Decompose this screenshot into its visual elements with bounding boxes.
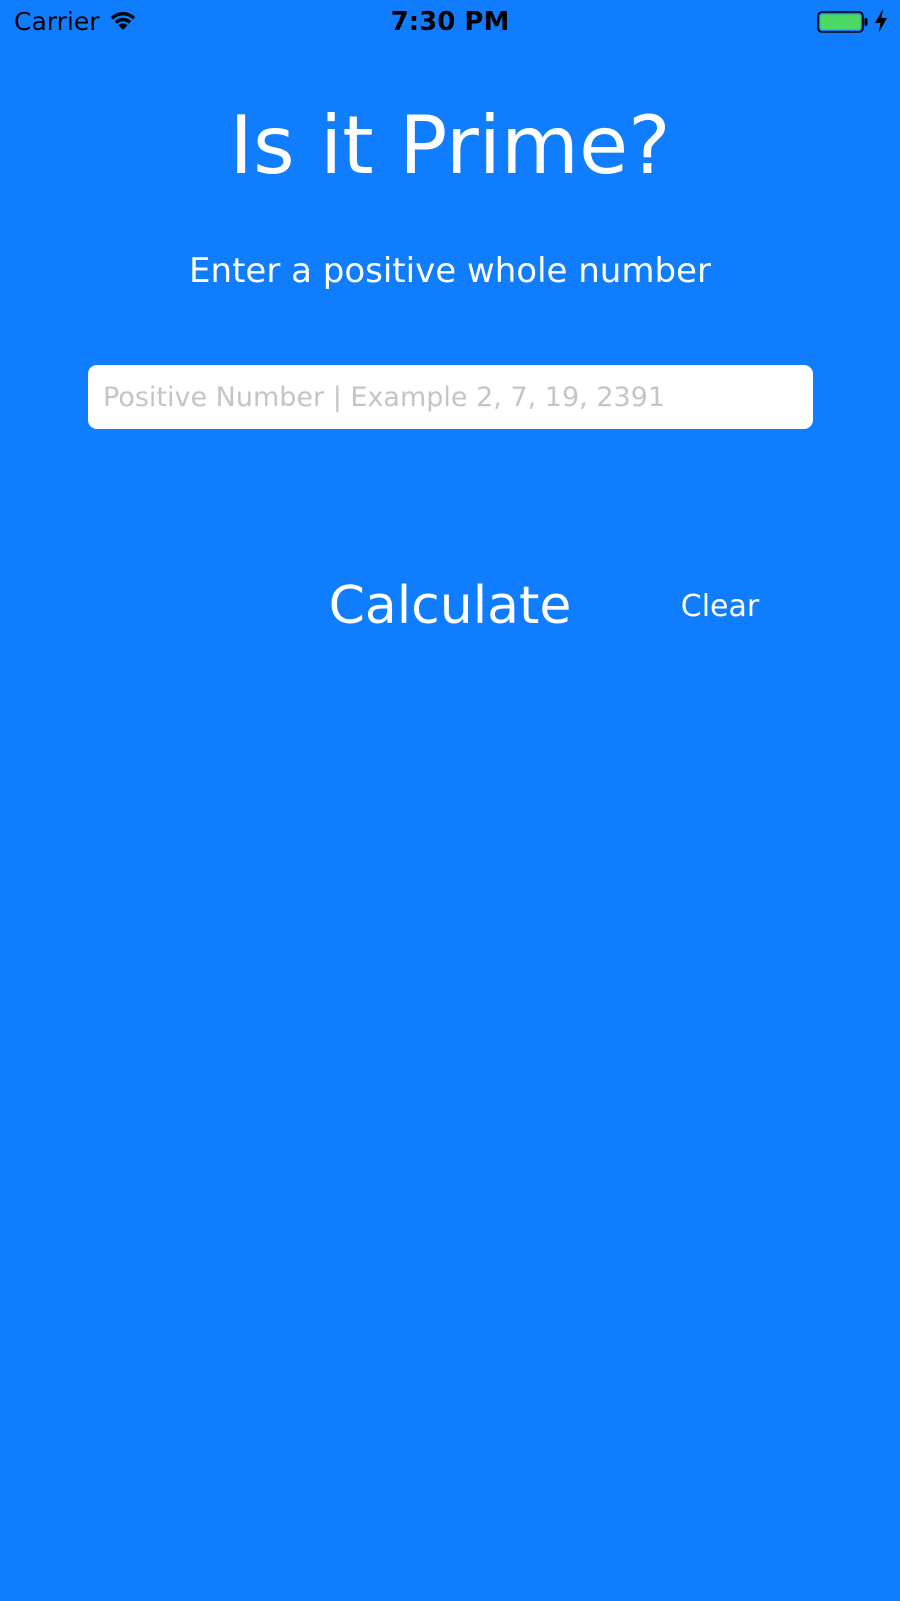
status-bar: Carrier 7:30 PM [0, 0, 900, 46]
app-screen: Carrier 7:30 PM Is it Prime? Enter a pos… [0, 0, 900, 1601]
battery-icon [817, 11, 869, 33]
charging-bolt-icon [874, 9, 888, 33]
instruction-label: Enter a positive whole number [189, 251, 711, 291]
clear-button[interactable]: Clear [660, 585, 780, 629]
page-title: Is it Prime? [229, 99, 671, 192]
clock-time: 7:30 PM [390, 7, 510, 37]
calculate-button[interactable]: Calculate [310, 570, 590, 642]
number-input[interactable] [88, 365, 813, 429]
